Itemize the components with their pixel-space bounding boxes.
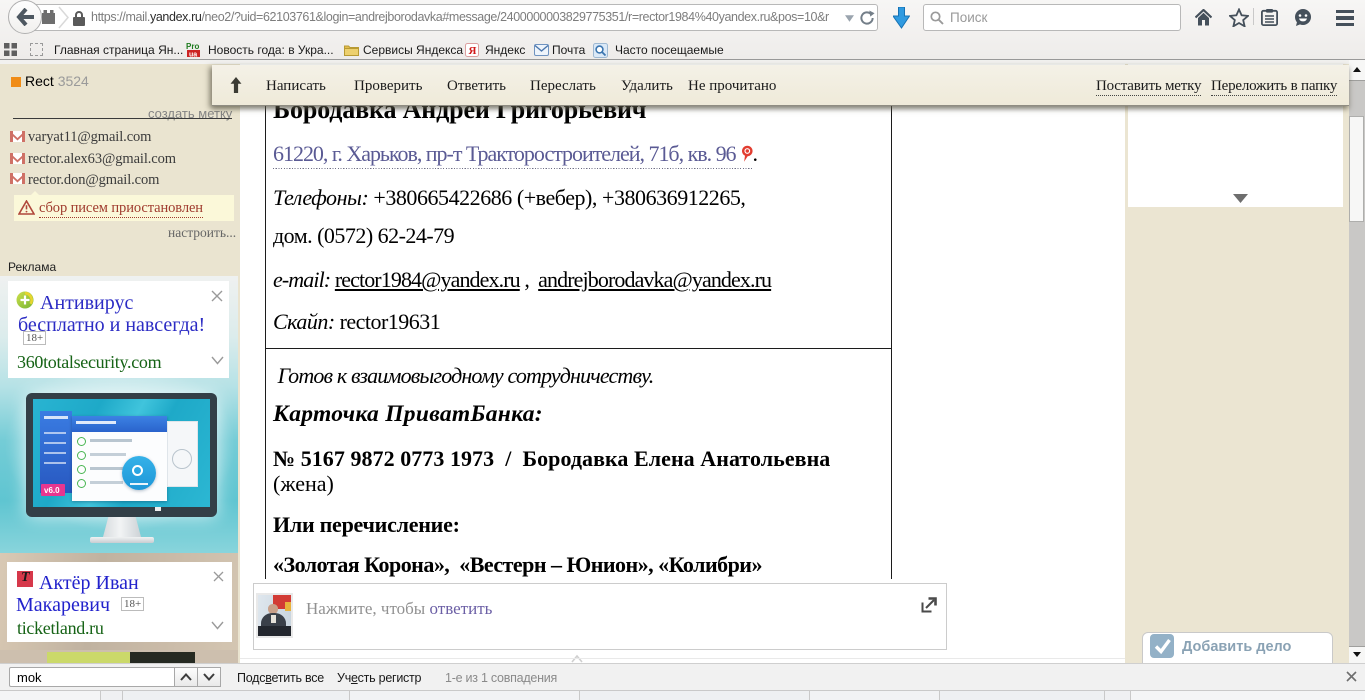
svg-text:Я: Я [469, 45, 477, 57]
svg-text:ua: ua [189, 52, 197, 59]
svg-text:Pro: Pro [186, 42, 199, 51]
